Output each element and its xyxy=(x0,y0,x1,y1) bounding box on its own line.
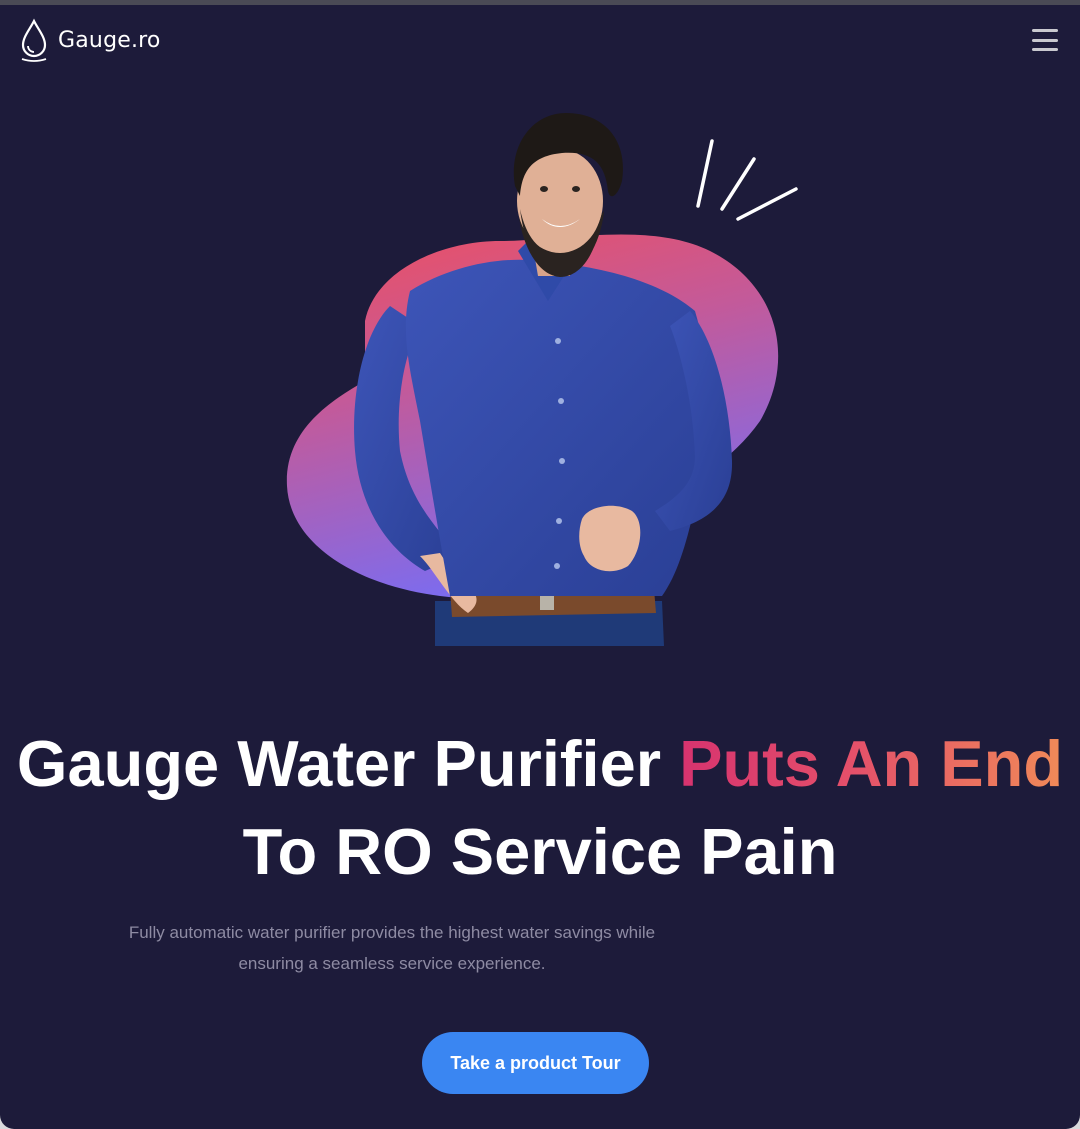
landing-page: Gauge.ro Gauge Water Purifier Puts An En… xyxy=(0,5,1080,1129)
brand-name: Gauge.ro xyxy=(58,27,161,53)
hero-subtext: Fully automatic water purifier provides … xyxy=(128,923,656,973)
brand-logo[interactable]: Gauge.ro xyxy=(18,17,161,63)
headline-part-2: To RO Service Pain xyxy=(242,815,838,888)
water-drop-icon xyxy=(21,18,47,62)
hamburger-menu-icon[interactable] xyxy=(1032,29,1058,51)
headline-part-1: Gauge Water Purifier xyxy=(16,727,680,800)
headline-accent: Puts An End xyxy=(679,727,1064,800)
hero-illustration xyxy=(286,113,798,646)
sparkle-lines xyxy=(696,139,798,221)
hero-headline: Gauge Water Purifier Puts An End To RO S… xyxy=(0,720,1080,896)
product-tour-button[interactable]: Take a product Tour xyxy=(422,1032,649,1094)
